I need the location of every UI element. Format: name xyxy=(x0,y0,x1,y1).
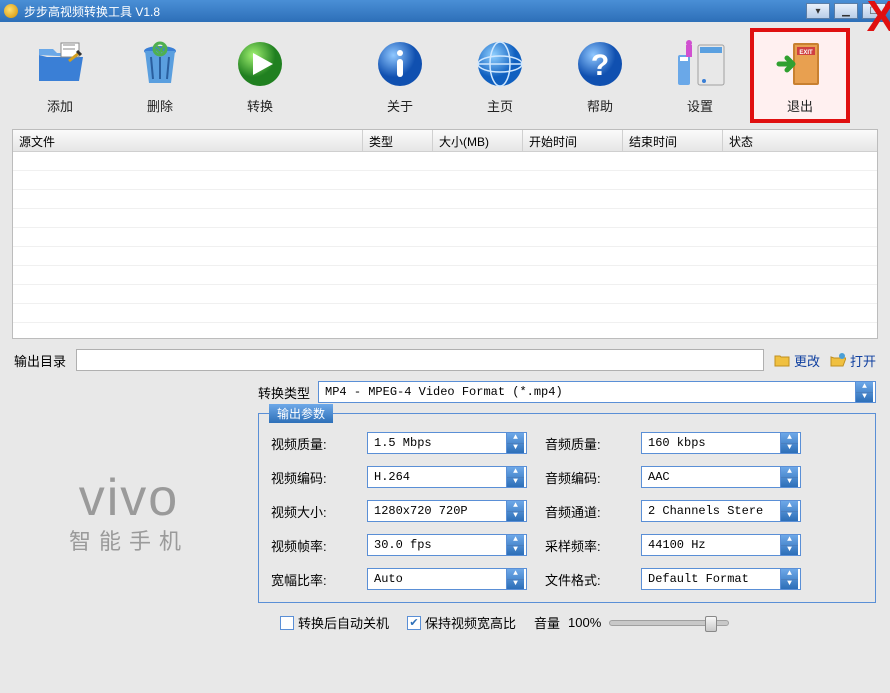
add-label: 添加 xyxy=(47,96,73,115)
video-quality-select[interactable]: 1.5 Mbps▲▼ xyxy=(367,432,527,454)
audio-codec-select[interactable]: AAC▲▼ xyxy=(641,466,801,488)
exit-icon: EXIT xyxy=(772,36,828,92)
volume-value: 100% xyxy=(568,615,601,630)
convert-type-select[interactable]: MP4 - MPEG-4 Video Format (*.mp4) ▲▼ xyxy=(318,381,876,403)
file-rows[interactable] xyxy=(13,152,877,338)
output-row: 输出目录 更改 打开 xyxy=(14,349,876,371)
brand-text: vivo xyxy=(79,468,179,528)
info-icon xyxy=(372,36,428,92)
dropdown-button[interactable]: ▾ xyxy=(806,3,830,19)
globe-icon xyxy=(472,36,528,92)
footer: 转换后自动关机 保持视频宽高比 音量 100% xyxy=(280,613,876,632)
video-fps-label: 视频帧率: xyxy=(271,536,349,555)
slider-thumb[interactable] xyxy=(705,616,717,632)
video-fps-select[interactable]: 30.0 fps▲▼ xyxy=(367,534,527,556)
change-button[interactable]: 更改 xyxy=(774,351,820,370)
folder-add-icon xyxy=(32,36,88,92)
help-button[interactable]: ? 帮助 xyxy=(550,28,650,123)
keep-ratio-label: 保持视频宽高比 xyxy=(425,613,516,632)
col-end[interactable]: 结束时间 xyxy=(623,130,723,151)
audio-quality-label: 音频质量: xyxy=(545,434,623,453)
open-button[interactable]: 打开 xyxy=(830,351,876,370)
video-quality-label: 视频质量: xyxy=(271,434,349,453)
file-list-header: 源文件 类型 大小(MB) 开始时间 结束时间 状态 xyxy=(13,130,877,152)
aspect-label: 宽幅比率: xyxy=(271,570,349,589)
brand-logo: vivo 智能手机 xyxy=(14,421,244,603)
output-label: 输出目录 xyxy=(14,351,66,370)
params-legend: 输出参数 xyxy=(269,404,333,423)
about-button[interactable]: 关于 xyxy=(350,28,450,123)
settings-icon xyxy=(672,36,728,92)
change-label: 更改 xyxy=(794,351,820,370)
video-size-label: 视频大小: xyxy=(271,502,349,521)
file-format-label: 文件格式: xyxy=(545,570,623,589)
col-source[interactable]: 源文件 xyxy=(13,130,363,151)
spin-icon: ▲▼ xyxy=(855,382,873,402)
audio-quality-select[interactable]: 160 kbps▲▼ xyxy=(641,432,801,454)
video-codec-label: 视频编码: xyxy=(271,468,349,487)
settings-button[interactable]: 设置 xyxy=(650,28,750,123)
minimize-button[interactable]: ▁ xyxy=(834,3,858,19)
output-params: 输出参数 视频质量: 1.5 Mbps▲▼ 音频质量: 160 kbps▲▼ 视… xyxy=(258,413,876,603)
exit-button[interactable]: EXIT 退出 xyxy=(750,28,850,123)
maximize-button[interactable]: ☐ xyxy=(862,3,886,19)
window-title: 步步高视频转换工具 V1.8 xyxy=(24,3,806,20)
exit-label: 退出 xyxy=(787,96,813,115)
video-codec-select[interactable]: H.264▲▼ xyxy=(367,466,527,488)
app-icon xyxy=(4,4,18,18)
aspect-select[interactable]: Auto▲▼ xyxy=(367,568,527,590)
trash-icon xyxy=(132,36,188,92)
toolbar: 添加 删除 转换 关于 主页 xyxy=(0,22,890,125)
file-list: 源文件 类型 大小(MB) 开始时间 结束时间 状态 xyxy=(12,129,878,339)
help-label: 帮助 xyxy=(587,96,613,115)
shutdown-label: 转换后自动关机 xyxy=(298,613,389,632)
audio-channel-select[interactable]: 2 Channels Stere▲▼ xyxy=(641,500,801,522)
brand-tagline: 智能手机 xyxy=(69,524,189,556)
delete-label: 删除 xyxy=(147,96,173,115)
help-icon: ? xyxy=(572,36,628,92)
svg-text:?: ? xyxy=(591,49,609,82)
col-type[interactable]: 类型 xyxy=(363,130,433,151)
convert-label: 转换 xyxy=(247,96,273,115)
col-size[interactable]: 大小(MB) xyxy=(433,130,523,151)
video-size-select[interactable]: 1280x720 720P▲▼ xyxy=(367,500,527,522)
audio-channel-label: 音频通道: xyxy=(545,502,623,521)
settings-label: 设置 xyxy=(687,96,713,115)
audio-codec-label: 音频编码: xyxy=(545,468,623,487)
open-folder-icon xyxy=(830,352,846,368)
convert-type-label: 转换类型 xyxy=(258,383,310,402)
home-button[interactable]: 主页 xyxy=(450,28,550,123)
col-start[interactable]: 开始时间 xyxy=(523,130,623,151)
sample-rate-select[interactable]: 44100 Hz▲▼ xyxy=(641,534,801,556)
delete-button[interactable]: 删除 xyxy=(110,28,210,123)
folder-icon xyxy=(774,352,790,368)
volume-slider[interactable] xyxy=(609,620,729,626)
add-button[interactable]: 添加 xyxy=(10,28,110,123)
play-icon xyxy=(232,36,288,92)
svg-text:EXIT: EXIT xyxy=(799,50,813,56)
output-path-input[interactable] xyxy=(76,349,764,371)
open-label: 打开 xyxy=(850,351,876,370)
keep-ratio-checkbox[interactable]: 保持视频宽高比 xyxy=(407,613,516,632)
home-label: 主页 xyxy=(487,96,513,115)
titlebar: 步步高视频转换工具 V1.8 ▾ ▁ ☐ xyxy=(0,0,890,22)
volume-label: 音量 xyxy=(534,613,560,632)
sample-rate-label: 采样频率: xyxy=(545,536,623,555)
convert-button[interactable]: 转换 xyxy=(210,28,310,123)
file-format-select[interactable]: Default Format▲▼ xyxy=(641,568,801,590)
convert-type-value: MP4 - MPEG-4 Video Format (*.mp4) xyxy=(325,385,563,399)
about-label: 关于 xyxy=(387,96,413,115)
shutdown-checkbox[interactable]: 转换后自动关机 xyxy=(280,613,389,632)
col-status[interactable]: 状态 xyxy=(723,130,877,151)
